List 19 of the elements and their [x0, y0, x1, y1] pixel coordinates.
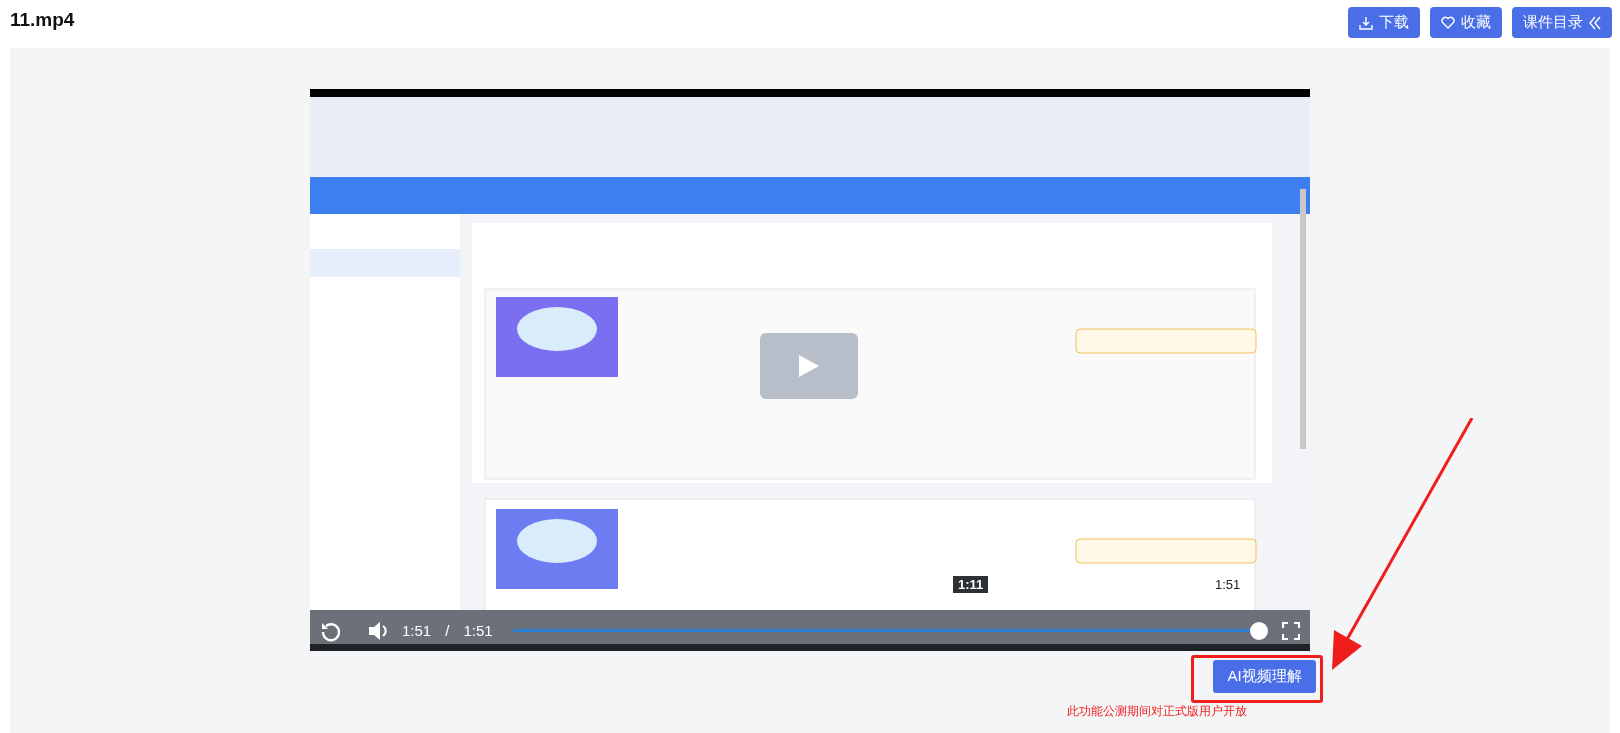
hover-time-tooltip: 1:11	[953, 576, 989, 593]
double-chevron-icon	[1589, 15, 1601, 30]
file-title: 11.mp4	[10, 9, 75, 31]
duration: 1:51	[463, 622, 493, 639]
heart-icon	[1441, 16, 1455, 29]
favorite-button[interactable]: 收藏	[1430, 7, 1502, 38]
fullscreen-icon	[1282, 621, 1300, 640]
download-icon	[1359, 15, 1373, 30]
ai-video-button[interactable]: AI视频理解	[1213, 660, 1316, 693]
notice-text: 此功能公测期间对正式版用户开放	[1067, 703, 1247, 720]
volume-icon	[368, 620, 390, 641]
volume-button[interactable]	[368, 620, 390, 641]
fullscreen-button[interactable]	[1282, 621, 1300, 640]
download-button[interactable]: 下载	[1348, 7, 1420, 38]
current-time: 1:51	[402, 622, 432, 639]
play-icon	[798, 354, 820, 378]
catalog-button[interactable]: 课件目录	[1512, 7, 1612, 38]
time-separator: /	[445, 622, 450, 639]
progress-thumb[interactable]	[1250, 621, 1268, 640]
